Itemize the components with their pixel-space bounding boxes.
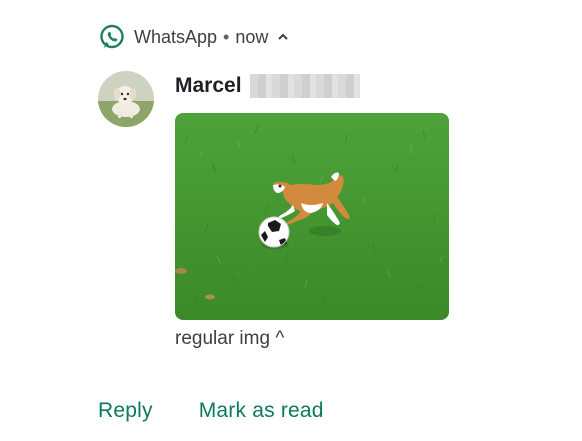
whatsapp-icon	[100, 24, 124, 49]
mark-as-read-button[interactable]: Mark as read	[199, 399, 324, 423]
app-name: WhatsApp	[134, 26, 218, 47]
message-image[interactable]	[175, 113, 449, 320]
chevron-up-icon[interactable]	[276, 30, 290, 44]
sender-name: Marcel	[175, 74, 242, 97]
reply-button[interactable]: Reply	[98, 399, 153, 423]
timestamp: now	[235, 26, 269, 47]
separator-dot: •	[223, 26, 230, 47]
puppy-image	[175, 113, 449, 320]
notification-header[interactable]: WhatsApp • now	[98, 22, 290, 52]
redacted-surname	[249, 74, 360, 98]
message-caption: regular img ^	[175, 328, 285, 349]
sender-row: Marcel	[175, 72, 360, 100]
notification-actions: Reply Mark as read	[98, 399, 324, 423]
dog-avatar-icon	[98, 71, 154, 127]
avatar	[98, 71, 154, 127]
